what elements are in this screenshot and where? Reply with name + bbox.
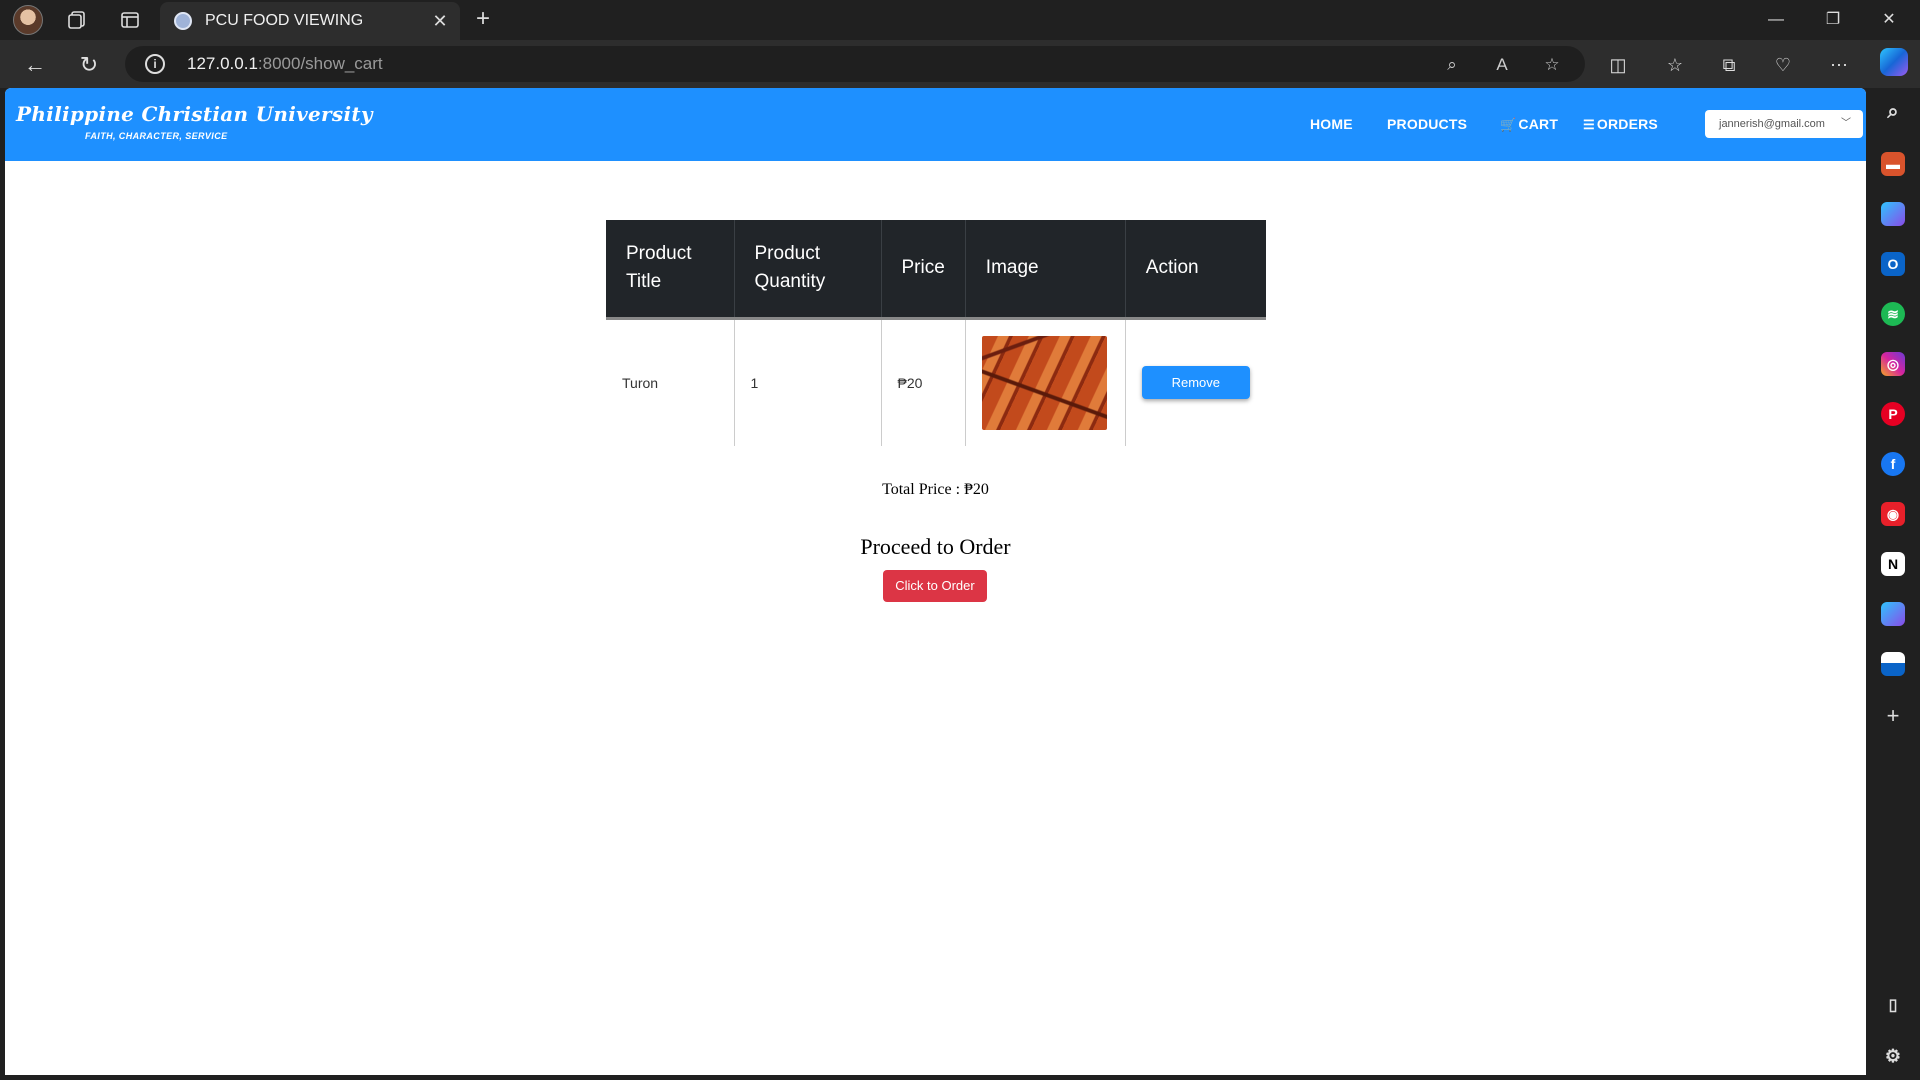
site-header: Philippine Christian University FAITH, C… [5,88,1866,161]
sidebar-outlook-icon[interactable]: O [1881,252,1905,276]
cart-icon: 🛒 [1500,117,1517,132]
web-page: Philippine Christian University FAITH, C… [5,88,1866,1075]
cart-table-header-row: Product Title Product Quantity Price Ima… [606,220,1267,320]
profile-avatar[interactable] [13,5,43,35]
sidebar-designer-icon[interactable] [1881,602,1905,626]
read-aloud-icon[interactable]: A [1491,54,1513,76]
sidebar-app-icon[interactable]: ◉ [1881,502,1905,526]
active-tab[interactable]: PCU FOOD VIEWING ✕ [160,2,460,40]
browser-sidebar: ⌕ ▬ O ≋ ◎ P f ◉ N + ▯ ⚙ [1866,88,1920,1080]
sidebar-panel-icon[interactable]: ▯ [1881,994,1905,1018]
list-icon: ☰ [1583,117,1595,132]
tab-title: PCU FOOD VIEWING [205,12,364,29]
cell-image [965,318,1126,446]
table-row: Turon 1 ₱20 Remove [606,318,1266,446]
column-header-product-title: Product Title [606,220,735,320]
nav-products-link[interactable]: PRODUCTS [1387,116,1467,132]
sidebar-weather-icon[interactable] [1881,652,1905,676]
cell-product-title: Turon [606,318,735,446]
cart-table: Product Title Product Quantity Price Ima… [606,220,1267,446]
url-field[interactable]: i 127.0.0.1:8000/show_cart ⌕ A ☆ [125,46,1585,82]
total-price: Total Price : ₱20 [882,481,989,498]
click-to-order-button[interactable]: Click to Order [883,570,987,602]
chevron-down-icon: ﹀ [1841,118,1851,129]
tab-actions-icon[interactable] [117,7,143,33]
browser-tab-bar: PCU FOOD VIEWING ✕ + — ❐ ✕ [0,0,1920,40]
url-text: 127.0.0.1:8000/show_cart [187,54,383,73]
site-info-icon[interactable]: i [145,54,165,74]
logo-tagline: FAITH, CHARACTER, SERVICE [85,131,228,141]
nav-home-link[interactable]: HOME [1310,116,1353,132]
sidebar-search-icon[interactable]: ⌕ [1881,100,1905,124]
split-screen-icon[interactable]: ◫ [1605,52,1631,78]
remove-button[interactable]: Remove [1141,366,1250,400]
collections-toolbar-icon[interactable]: ⧉ [1716,52,1742,78]
sidebar-settings-icon[interactable]: ⚙ [1881,1044,1905,1068]
back-arrow-icon[interactable]: ← [20,50,50,80]
browser-essentials-icon[interactable]: ♡ [1770,52,1796,78]
sidebar-add-icon[interactable]: + [1881,704,1905,728]
sidebar-copilot-icon[interactable] [1881,202,1905,226]
cell-product-quantity: 1 [734,318,882,446]
sidebar-notion-icon[interactable]: N [1881,552,1905,576]
restore-icon[interactable]: ❐ [1810,6,1856,34]
sidebar-instagram-icon[interactable]: ◎ [1881,352,1905,376]
nav-cart-label: CART [1518,116,1559,132]
user-email: jannerish@gmail.com [1719,118,1825,130]
close-tab-icon[interactable]: ✕ [430,11,450,31]
proceed-heading: Proceed to Order [860,534,1011,559]
turon-product-image [981,335,1107,430]
site-favicon-icon [174,12,192,30]
copilot-icon[interactable] [1880,48,1908,76]
nav-orders-label: ORDERS [1596,116,1658,132]
close-window-icon[interactable]: ✕ [1866,6,1912,34]
sidebar-facebook-icon[interactable]: f [1881,452,1905,476]
refresh-icon[interactable]: ↻ [74,50,104,80]
user-dropdown[interactable]: jannerish@gmail.com ﹀ [1705,110,1863,138]
university-logo[interactable]: Philippine Christian University [16,102,373,126]
new-tab-icon[interactable]: + [470,7,496,33]
column-header-image: Image [965,220,1126,320]
sidebar-pinterest-icon[interactable]: P [1881,402,1905,426]
minimize-icon[interactable]: — [1753,6,1799,34]
nav-cart-link[interactable]: 🛒 CART [1500,116,1558,133]
address-toolbar: ← ↻ i 127.0.0.1:8000/show_cart ⌕ A ☆ ◫ ☆… [0,40,1920,88]
collections-icon[interactable] [64,7,90,33]
cell-price: ₱20 [881,318,966,446]
sidebar-tools-icon[interactable]: ▬ [1881,152,1905,176]
sidebar-spotify-icon[interactable]: ≋ [1881,302,1905,326]
zoom-icon[interactable]: ⌕ [1441,54,1463,76]
favorite-star-icon[interactable]: ☆ [1541,54,1563,76]
column-header-action: Action [1125,220,1267,320]
favorites-list-icon[interactable]: ☆ [1662,52,1688,78]
nav-orders-link[interactable]: ☰ ORDERS [1583,116,1658,133]
column-header-price: Price [881,220,966,320]
cell-action: Remove [1125,318,1266,446]
column-header-product-quantity: Product Quantity [734,220,882,320]
more-options-icon[interactable]: ⋯ [1826,52,1852,78]
